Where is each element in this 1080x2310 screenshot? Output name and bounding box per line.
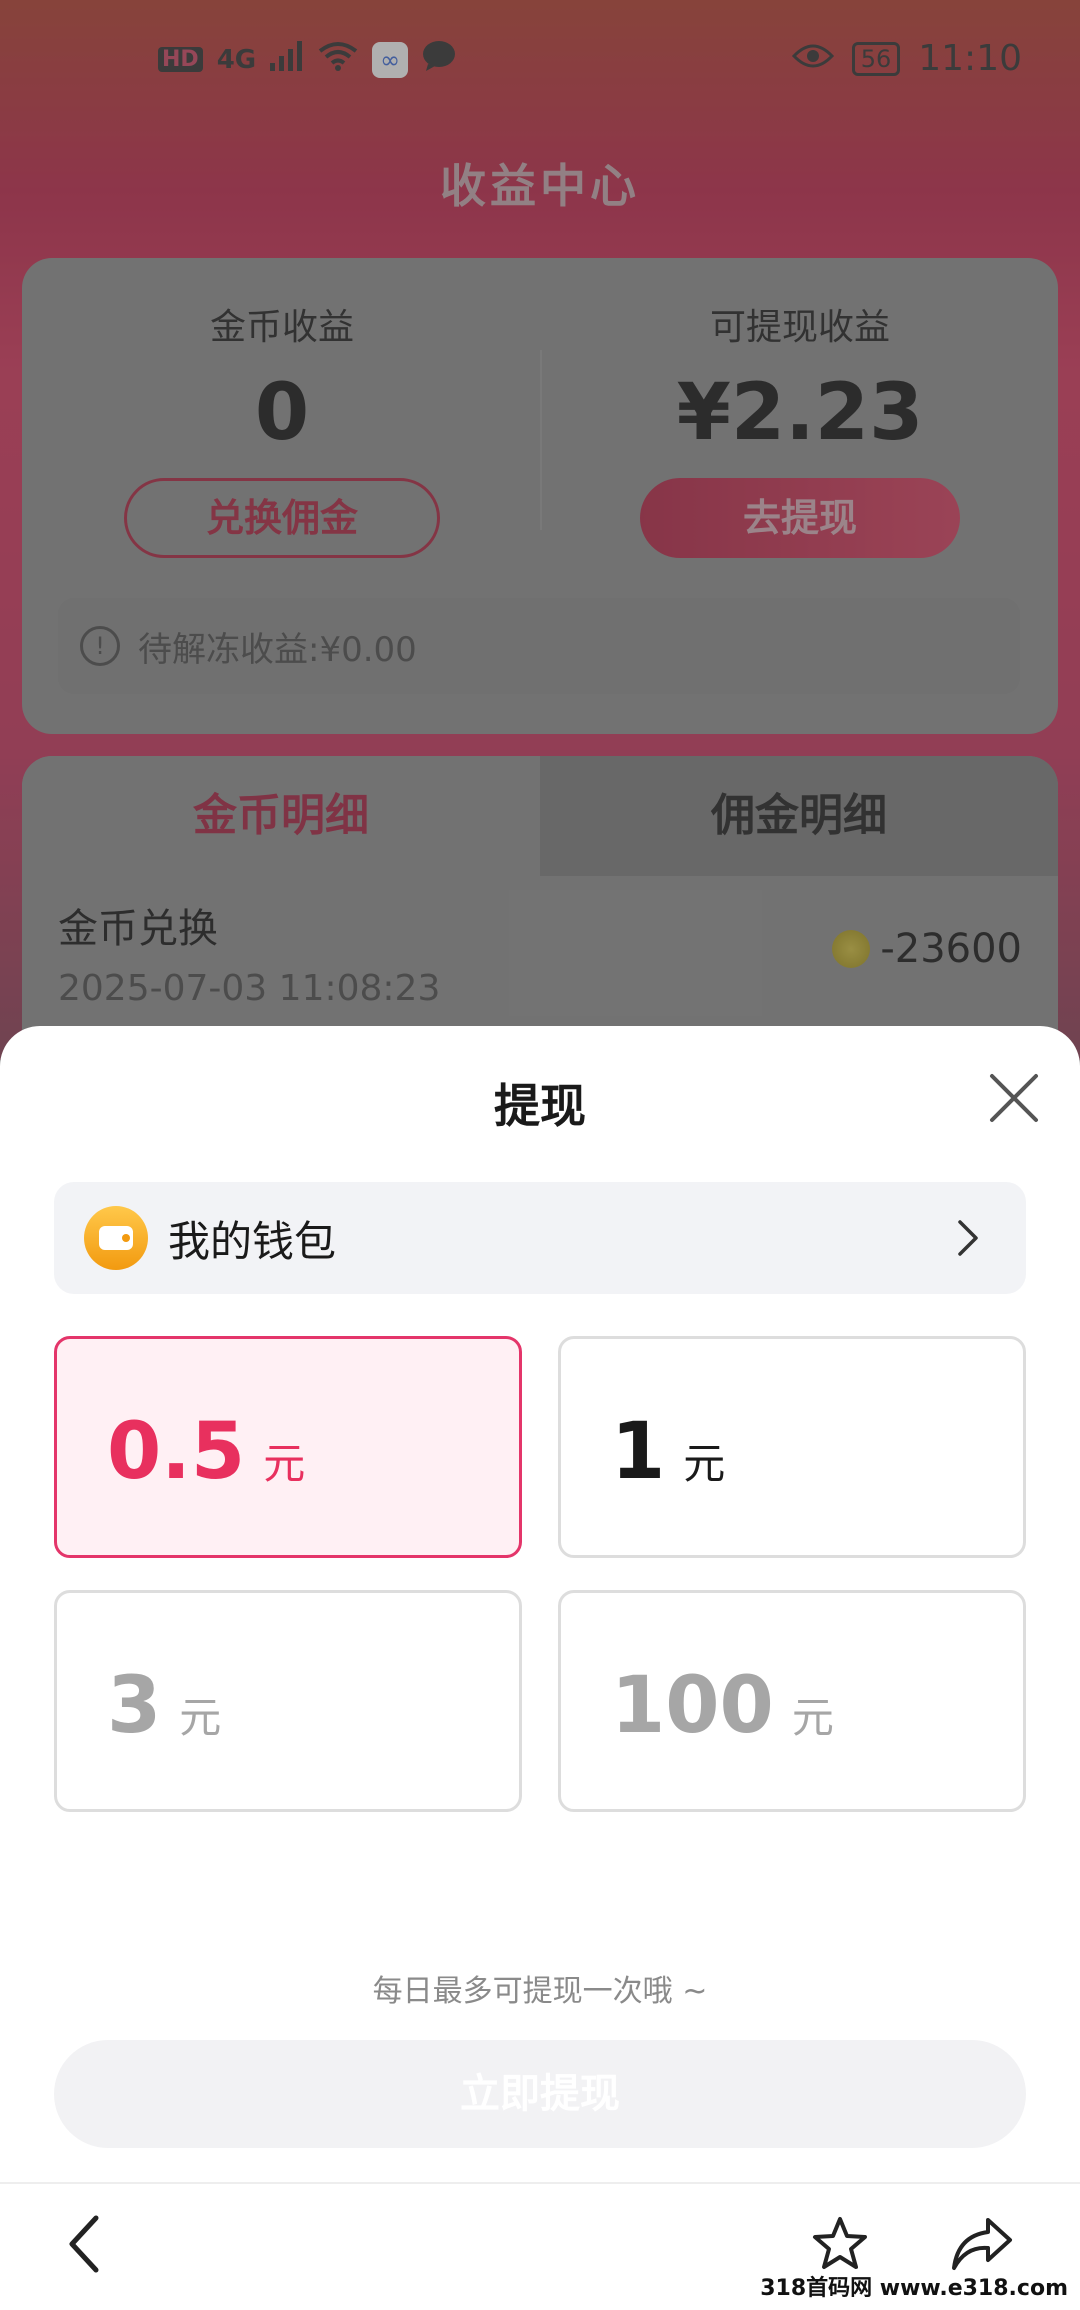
back-icon[interactable] <box>66 2214 102 2278</box>
close-icon[interactable] <box>986 1070 1042 1126</box>
amount-unit: 元 <box>683 1439 726 1488</box>
wallet-label: 我的钱包 <box>168 1216 337 1266</box>
share-icon[interactable] <box>950 2214 1014 2278</box>
amount-option-3[interactable]: 3 元 <box>54 1590 522 1812</box>
withdraw-sheet: 提现 我的钱包 0.5 元 1 元 3 元 100 元 每日最多可提现一次哦 ~… <box>0 1026 1080 2310</box>
bottom-nav-bar: 318首码网 www.e318.com <box>0 2182 1080 2310</box>
amount-unit: 元 <box>791 1693 834 1742</box>
amount-unit: 元 <box>179 1693 222 1742</box>
amount-value: 3 <box>107 1661 162 1751</box>
watermark-text: 318首码网 www.e318.com <box>760 2276 1068 2301</box>
amount-unit: 元 <box>263 1439 306 1488</box>
withdraw-now-button[interactable]: 立即提现 <box>54 2040 1026 2148</box>
wallet-selector[interactable]: 我的钱包 <box>54 1182 1026 1294</box>
amount-option-0-5[interactable]: 0.5 元 <box>54 1336 522 1558</box>
amount-option-100[interactable]: 100 元 <box>558 1590 1026 1812</box>
star-icon[interactable] <box>810 2214 870 2278</box>
chevron-right-icon <box>956 1218 980 1262</box>
amount-value: 1 <box>611 1407 666 1497</box>
wallet-icon <box>84 1206 148 1270</box>
amount-value: 100 <box>611 1661 774 1751</box>
withdraw-limit-hint: 每日最多可提现一次哦 ~ <box>372 1974 708 2009</box>
amount-value: 0.5 <box>107 1407 246 1497</box>
sheet-title: 提现 <box>494 1079 586 1133</box>
amount-option-1[interactable]: 1 元 <box>558 1336 1026 1558</box>
